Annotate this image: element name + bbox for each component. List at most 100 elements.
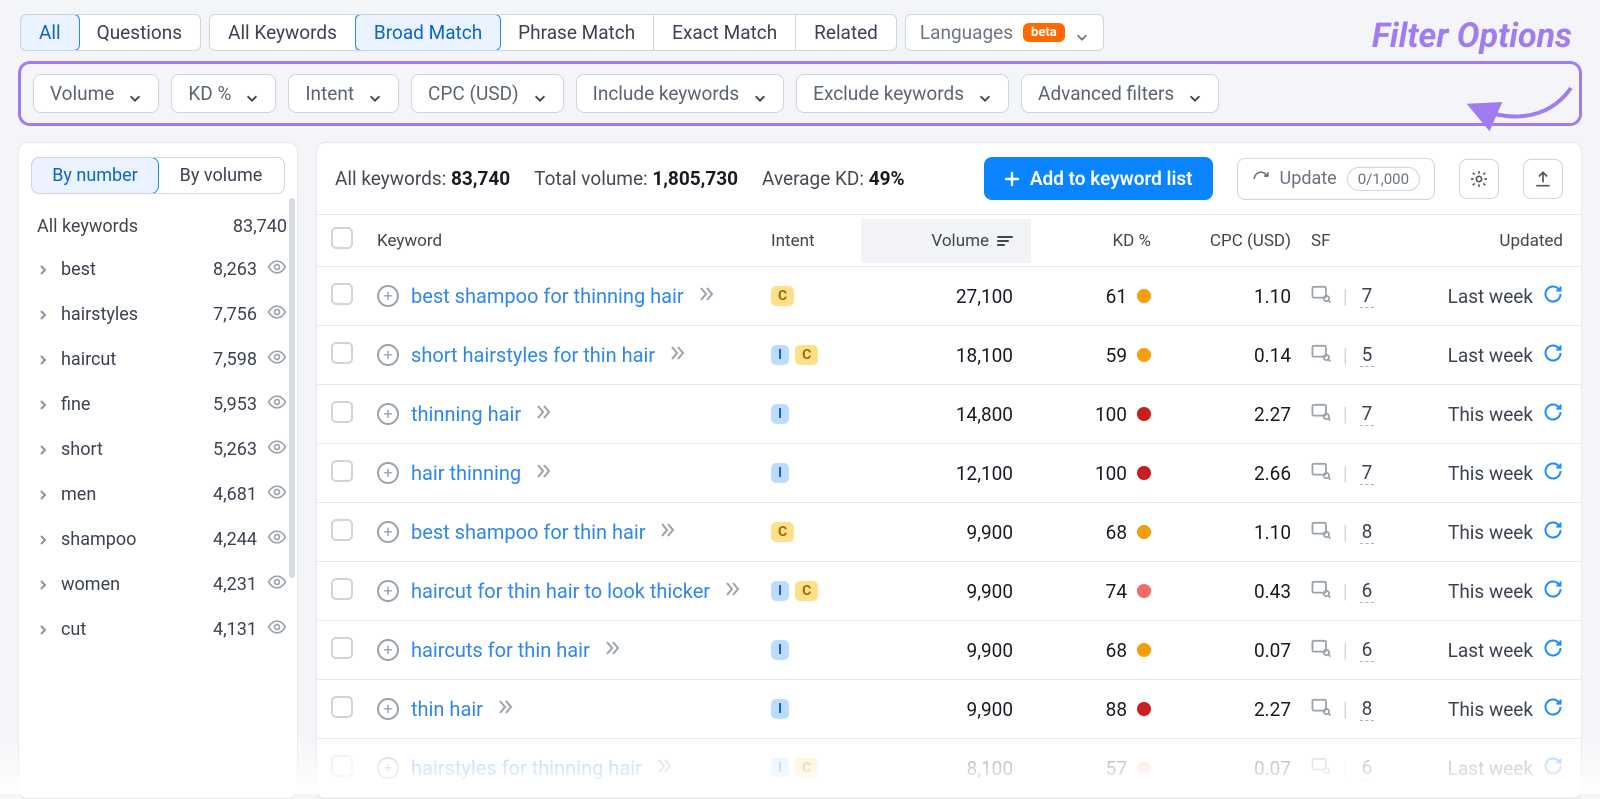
keyword-link[interactable]: hairstyles for thinning hair bbox=[411, 756, 642, 780]
open-serp-icon[interactable] bbox=[657, 520, 677, 545]
eye-icon[interactable] bbox=[267, 527, 287, 552]
sf-count[interactable]: 8 bbox=[1360, 697, 1375, 721]
filter-volume[interactable]: Volume bbox=[33, 74, 159, 113]
refresh-row-icon[interactable] bbox=[1543, 638, 1563, 663]
filter-advanced-filters[interactable]: Advanced filters bbox=[1021, 74, 1219, 113]
sidebar-group-haircut[interactable]: haircut7,598 bbox=[19, 337, 297, 382]
row-checkbox[interactable] bbox=[331, 696, 353, 718]
sidebar-group-cut[interactable]: cut4,131 bbox=[19, 607, 297, 652]
expand-keyword-icon[interactable]: + bbox=[377, 521, 399, 543]
refresh-row-icon[interactable] bbox=[1543, 756, 1563, 781]
scope-tab-questions[interactable]: Questions bbox=[79, 15, 200, 50]
sidebar-group-hairstyles[interactable]: hairstyles7,756 bbox=[19, 292, 297, 337]
row-checkbox[interactable] bbox=[331, 637, 353, 659]
filter-cpc-usd-[interactable]: CPC (USD) bbox=[411, 74, 564, 113]
row-checkbox[interactable] bbox=[331, 755, 353, 777]
refresh-row-icon[interactable] bbox=[1543, 520, 1563, 545]
eye-icon[interactable] bbox=[267, 437, 287, 462]
match-tab-broad-match[interactable]: Broad Match bbox=[355, 14, 501, 51]
serp-features-icon[interactable] bbox=[1311, 757, 1331, 780]
expand-keyword-icon[interactable]: + bbox=[377, 639, 399, 661]
settings-button[interactable] bbox=[1459, 159, 1499, 199]
serp-features-icon[interactable] bbox=[1311, 521, 1331, 544]
eye-icon[interactable] bbox=[267, 392, 287, 417]
open-serp-icon[interactable] bbox=[602, 638, 622, 663]
sf-count[interactable]: 5 bbox=[1360, 343, 1375, 367]
sidebar-group-short[interactable]: short5,263 bbox=[19, 427, 297, 472]
refresh-row-icon[interactable] bbox=[1543, 697, 1563, 722]
serp-features-icon[interactable] bbox=[1311, 344, 1331, 367]
sf-count[interactable]: 7 bbox=[1360, 402, 1375, 426]
update-button[interactable]: Update 0/1,000 bbox=[1237, 158, 1435, 200]
expand-keyword-icon[interactable]: + bbox=[377, 698, 399, 720]
filter-include-keywords[interactable]: Include keywords bbox=[576, 74, 785, 113]
col-intent[interactable]: Intent bbox=[761, 219, 861, 263]
serp-features-icon[interactable] bbox=[1311, 403, 1331, 426]
keyword-link[interactable]: short hairstyles for thin hair bbox=[411, 343, 655, 367]
refresh-row-icon[interactable] bbox=[1543, 402, 1563, 427]
open-serp-icon[interactable] bbox=[722, 579, 742, 604]
row-checkbox[interactable] bbox=[331, 519, 353, 541]
row-checkbox[interactable] bbox=[331, 460, 353, 482]
match-tab-phrase-match[interactable]: Phrase Match bbox=[500, 15, 654, 50]
filter-exclude-keywords[interactable]: Exclude keywords bbox=[796, 74, 1009, 113]
filter-intent[interactable]: Intent bbox=[288, 74, 399, 113]
col-sf[interactable]: SF bbox=[1301, 219, 1401, 263]
open-serp-icon[interactable] bbox=[667, 343, 687, 368]
sidebar-group-shampoo[interactable]: shampoo4,244 bbox=[19, 517, 297, 562]
sidebar-group-women[interactable]: women4,231 bbox=[19, 562, 297, 607]
sf-count[interactable]: 6 bbox=[1360, 638, 1375, 662]
add-to-keyword-list-button[interactable]: Add to keyword list bbox=[984, 157, 1213, 200]
open-serp-icon[interactable] bbox=[533, 461, 553, 486]
col-cpc[interactable]: CPC (USD) bbox=[1161, 219, 1301, 263]
eye-icon[interactable] bbox=[267, 482, 287, 507]
keyword-link[interactable]: thinning hair bbox=[411, 402, 521, 426]
keyword-link[interactable]: hair thinning bbox=[411, 461, 521, 485]
expand-keyword-icon[interactable]: + bbox=[377, 285, 399, 307]
sidebar-group-men[interactable]: men4,681 bbox=[19, 472, 297, 517]
row-checkbox[interactable] bbox=[331, 401, 353, 423]
export-button[interactable] bbox=[1523, 159, 1563, 199]
col-keyword[interactable]: Keyword bbox=[367, 219, 761, 263]
match-tab-all-keywords[interactable]: All Keywords bbox=[210, 15, 356, 50]
serp-features-icon[interactable] bbox=[1311, 698, 1331, 721]
sf-count[interactable]: 8 bbox=[1360, 520, 1375, 544]
open-serp-icon[interactable] bbox=[495, 697, 515, 722]
open-serp-icon[interactable] bbox=[696, 284, 716, 309]
select-all-checkbox[interactable] bbox=[331, 227, 353, 249]
sf-count[interactable]: 6 bbox=[1360, 579, 1375, 603]
expand-keyword-icon[interactable]: + bbox=[377, 462, 399, 484]
refresh-row-icon[interactable] bbox=[1543, 284, 1563, 309]
expand-keyword-icon[interactable]: + bbox=[377, 344, 399, 366]
serp-features-icon[interactable] bbox=[1311, 580, 1331, 603]
row-checkbox[interactable] bbox=[331, 578, 353, 600]
scope-tab-all[interactable]: All bbox=[20, 14, 80, 51]
col-kd[interactable]: KD % bbox=[1031, 219, 1161, 263]
serp-features-icon[interactable] bbox=[1311, 285, 1331, 308]
keyword-link[interactable]: haircuts for thin hair bbox=[411, 638, 590, 662]
expand-keyword-icon[interactable]: + bbox=[377, 403, 399, 425]
serp-features-icon[interactable] bbox=[1311, 639, 1331, 662]
sidebar-group-fine[interactable]: fine5,953 bbox=[19, 382, 297, 427]
col-updated[interactable]: Updated bbox=[1401, 219, 1581, 263]
expand-keyword-icon[interactable]: + bbox=[377, 580, 399, 602]
sf-count[interactable]: 6 bbox=[1360, 756, 1375, 780]
keyword-link[interactable]: best shampoo for thin hair bbox=[411, 520, 645, 544]
refresh-row-icon[interactable] bbox=[1543, 579, 1563, 604]
match-tab-exact-match[interactable]: Exact Match bbox=[654, 15, 796, 50]
eye-icon[interactable] bbox=[267, 302, 287, 327]
col-volume[interactable]: Volume bbox=[861, 219, 1031, 263]
refresh-row-icon[interactable] bbox=[1543, 461, 1563, 486]
filter-kd-[interactable]: KD % bbox=[171, 74, 276, 113]
sf-count[interactable]: 7 bbox=[1360, 461, 1375, 485]
sidebar-all-keywords-row[interactable]: All keywords 83,740 bbox=[19, 206, 297, 247]
eye-icon[interactable] bbox=[267, 617, 287, 642]
eye-icon[interactable] bbox=[267, 572, 287, 597]
row-checkbox[interactable] bbox=[331, 283, 353, 305]
keyword-link[interactable]: haircut for thin hair to look thicker bbox=[411, 579, 710, 603]
languages-dropdown[interactable]: Languages beta bbox=[905, 14, 1104, 51]
row-checkbox[interactable] bbox=[331, 342, 353, 364]
keyword-link[interactable]: best shampoo for thinning hair bbox=[411, 284, 684, 308]
expand-keyword-icon[interactable]: + bbox=[377, 757, 399, 779]
serp-features-icon[interactable] bbox=[1311, 462, 1331, 485]
